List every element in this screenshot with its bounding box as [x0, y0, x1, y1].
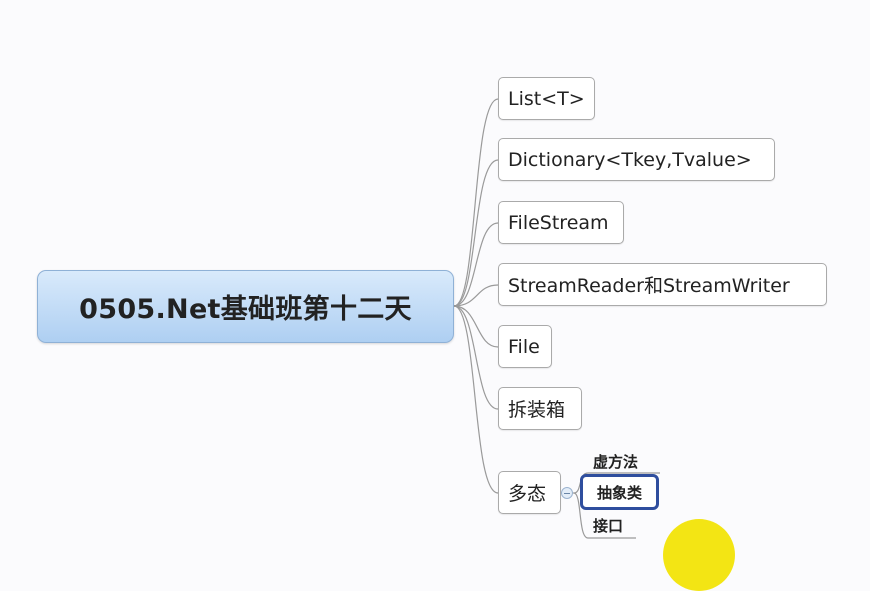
connector-dictionary [453, 159, 499, 307]
topic-list-label: List<T> [508, 87, 585, 110]
topic-dictionary-label: Dictionary<Tkey,Tvalue> [508, 148, 752, 171]
topic-list[interactable]: List<T> [498, 77, 595, 120]
collapse-toggle-icon[interactable] [561, 487, 573, 499]
topic-dictionary[interactable]: Dictionary<Tkey,Tvalue> [498, 138, 775, 181]
connector-boxing [453, 305, 499, 410]
topic-file[interactable]: File [498, 325, 552, 368]
topic-polymorphism[interactable]: 多态 [498, 471, 561, 514]
topic-polymorphism-label: 多态 [508, 483, 547, 505]
connector-list [453, 98, 499, 307]
topic-boxing-label: 拆装箱 [508, 399, 566, 421]
topic-boxing[interactable]: 拆装箱 [498, 387, 582, 430]
root-topic[interactable]: 0505.Net基础班第十二天 [37, 270, 454, 343]
connector-filestream [453, 222, 499, 307]
subtopic-interface-label: 接口 [593, 517, 624, 535]
connector-polymorphism [453, 305, 499, 494]
topic-streamreader-streamwriter[interactable]: StreamReader和StreamWriter [498, 263, 827, 306]
cursor-highlight-icon [663, 519, 735, 591]
subtopic-abstract-class[interactable]: 抽象类 [580, 474, 659, 510]
topic-streamreader-streamwriter-label: StreamReader和StreamWriter [508, 275, 790, 297]
topic-filestream-label: FileStream [508, 211, 609, 234]
subtopic-interface[interactable]: 接口 [593, 515, 623, 536]
topic-file-label: File [508, 335, 540, 358]
subtopic-virtual-method[interactable]: 虚方法 [593, 451, 638, 472]
topic-filestream[interactable]: FileStream [498, 201, 624, 244]
root-topic-label: 0505.Net基础班第十二天 [79, 294, 412, 325]
subtopic-virtual-method-label: 虚方法 [593, 453, 639, 471]
subtopic-abstract-class-label: 抽象类 [596, 483, 642, 502]
